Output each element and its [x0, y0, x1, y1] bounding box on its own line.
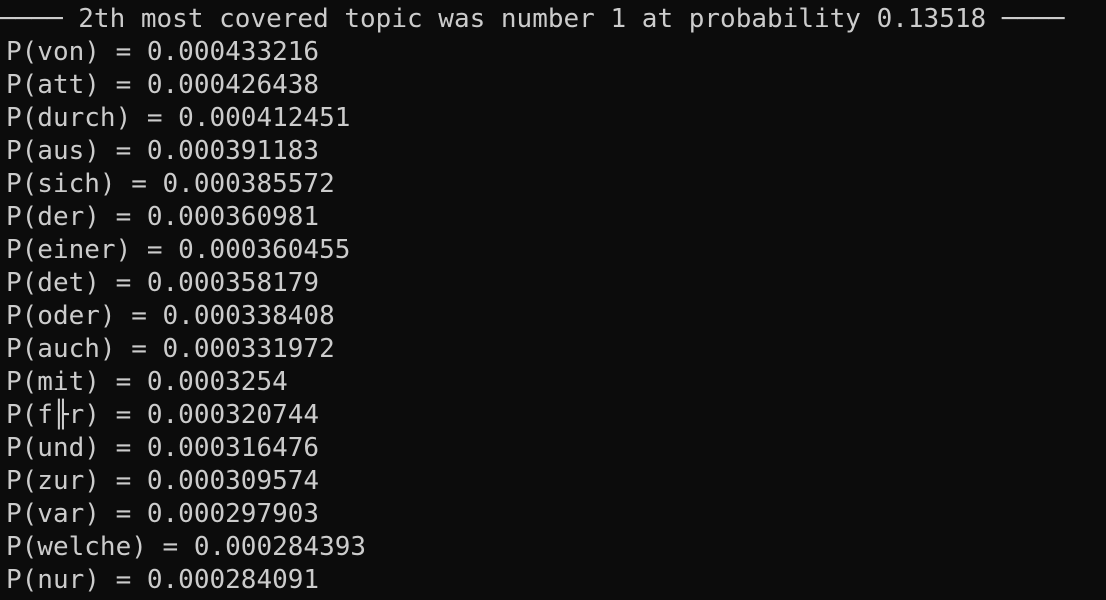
output-line: P(welche) = 0.000284393: [6, 532, 367, 562]
output-line: P(oder) = 0.000338408: [6, 301, 335, 331]
output-line: P(att) = 0.000426438: [6, 70, 320, 100]
output-line: P(mit) = 0.0003254: [6, 367, 288, 397]
output-line: P(von) = 0.000433216: [6, 37, 320, 67]
output-line: P(durch) = 0.000412451: [6, 103, 351, 133]
terminal-output: ──── 2th most covered topic was number 1…: [0, 0, 1106, 600]
topic-header-line: ──── 2th most covered topic was number 1…: [0, 4, 1065, 34]
output-line: P(einer) = 0.000360455: [6, 235, 351, 265]
output-line: P(det) = 0.000358179: [6, 268, 320, 298]
output-line: P(der) = 0.000360981: [6, 202, 320, 232]
output-line: P(und) = 0.000316476: [6, 433, 320, 463]
output-line: P(var) = 0.000297903: [6, 499, 320, 529]
output-line: P(auch) = 0.000331972: [6, 334, 335, 364]
output-line: P(f╟r) = 0.000320744: [6, 400, 320, 430]
output-line: P(sich) = 0.000385572: [6, 169, 335, 199]
output-line: P(nur) = 0.000284091: [6, 565, 320, 595]
output-line: P(zur) = 0.000309574: [6, 466, 320, 496]
output-line: P(aus) = 0.000391183: [6, 136, 320, 166]
